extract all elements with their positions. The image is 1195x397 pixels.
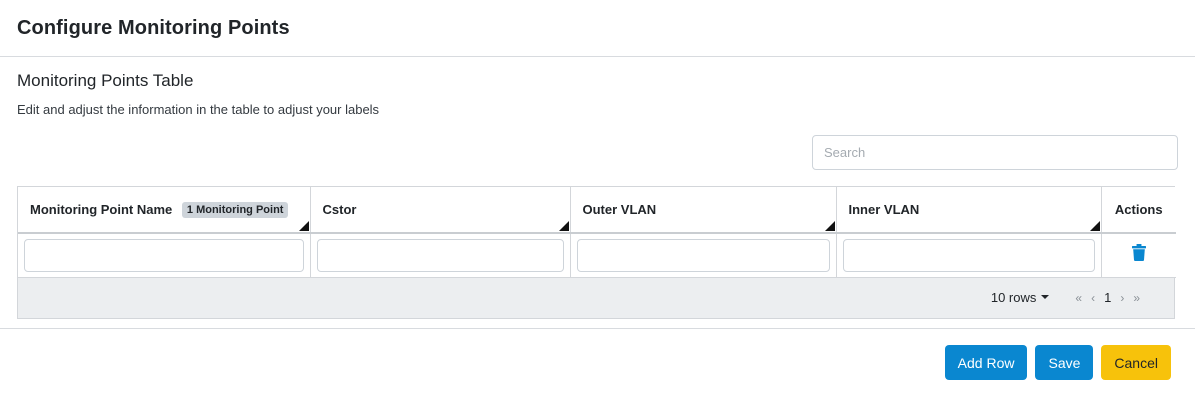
inner-vlan-input[interactable] [842,238,1095,272]
cell-cstor [310,233,571,278]
column-header-inner-vlan[interactable]: Inner VLAN [836,187,1102,234]
previous-page-button[interactable]: ‹ [1091,291,1095,305]
column-header-outer-vlan[interactable]: Outer VLAN [570,187,837,234]
rows-per-page-label: 10 rows [990,290,1037,305]
trash-icon[interactable] [1131,244,1146,266]
next-page-button[interactable]: › [1120,291,1124,305]
modal-header: Configure Monitoring Points [0,0,1195,57]
cell-actions [1101,233,1176,278]
cancel-button[interactable]: Cancel [1101,345,1171,380]
last-page-button[interactable]: » [1133,291,1140,305]
sort-indicator-icon[interactable] [298,221,309,231]
column-header-label: Outer VLAN [582,202,657,217]
current-page[interactable]: 1 [1104,290,1111,305]
section-description: Edit and adjust the information in the t… [17,102,380,117]
column-header-label: Monitoring Point Name [30,201,173,217]
search-input[interactable] [812,135,1178,170]
monitoring-point-count-badge: 1 Monitoring Point [181,201,289,218]
table-footer: 10 rows « ‹ 1 › » [18,277,1174,318]
table-row [18,233,1176,278]
table-header-row: Monitoring Point Name 1 Monitoring Point… [18,187,1176,234]
cell-monitoring-point-name [18,233,311,278]
rows-per-page-dropdown[interactable]: 10 rows [991,290,1050,305]
caret-down-icon [1041,295,1050,299]
sort-indicator-icon[interactable] [558,221,569,231]
column-header-label: Actions [1114,202,1163,217]
outer-vlan-input[interactable] [576,238,830,272]
monitoring-points-table: Monitoring Point Name 1 Monitoring Point… [17,186,1176,319]
first-page-button[interactable]: « [1075,291,1082,305]
save-button[interactable]: Save [1035,345,1094,380]
modal-body: Monitoring Points Table Edit and adjust … [0,57,1195,329]
monitoring-point-name-input[interactable] [24,238,304,272]
cell-outer-vlan [570,233,837,278]
search-row [17,135,1178,170]
configure-monitoring-points-modal: Configure Monitoring Points Monitoring P… [0,0,1195,397]
cell-inner-vlan [836,233,1102,278]
pagination: « ‹ 1 › » [1075,290,1140,305]
column-header-label: Cstor [322,202,357,217]
sort-indicator-icon[interactable] [1089,221,1100,231]
modal-footer: Add Row Save Cancel [0,329,1195,396]
cstor-input[interactable] [316,238,564,272]
modal-title: Configure Monitoring Points [17,17,290,39]
section-title: Monitoring Points Table [17,71,194,90]
column-header-monitoring-point-name[interactable]: Monitoring Point Name 1 Monitoring Point [18,187,311,234]
column-header-cstor[interactable]: Cstor [310,187,571,234]
column-header-label: Inner VLAN [848,202,920,217]
column-header-actions: Actions [1101,187,1176,234]
sort-indicator-icon[interactable] [824,221,835,231]
add-row-button[interactable]: Add Row [944,345,1028,380]
